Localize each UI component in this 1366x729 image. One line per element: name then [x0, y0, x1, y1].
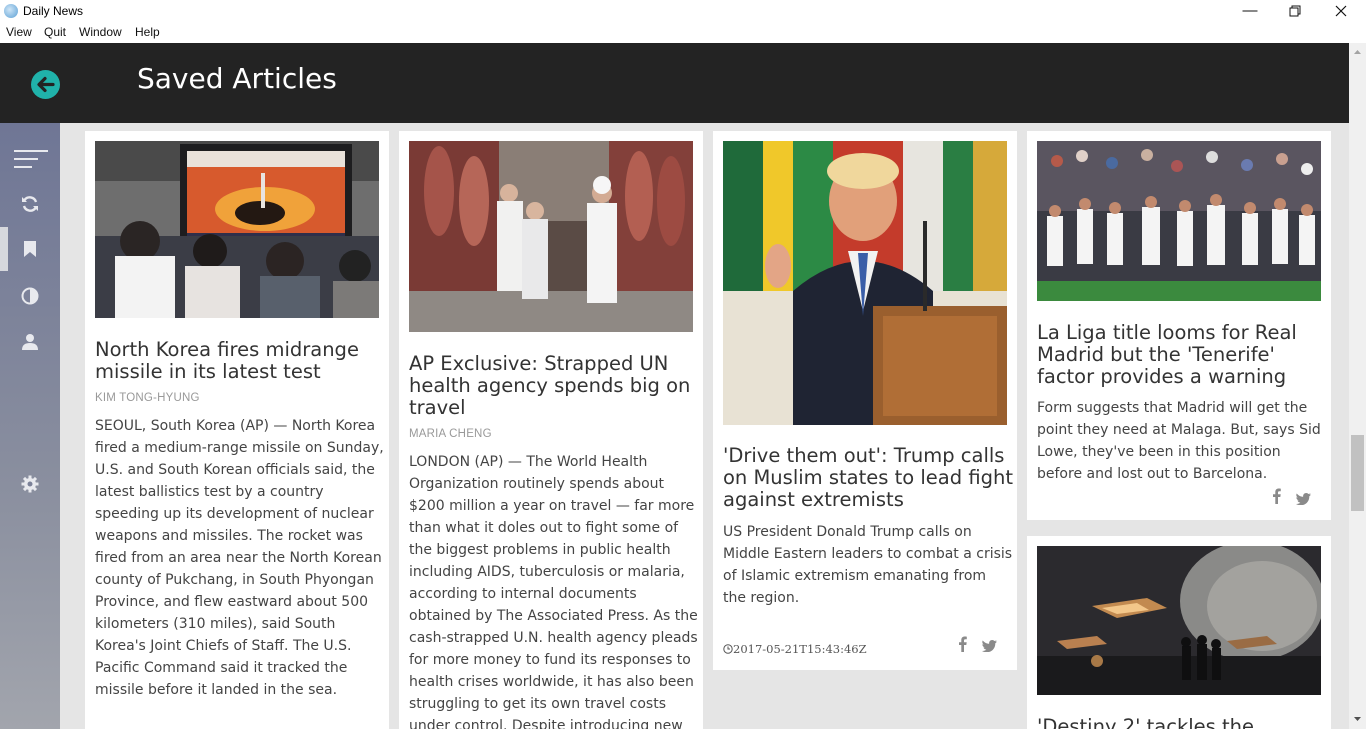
- close-button[interactable]: [1318, 0, 1364, 23]
- twitter-share-button[interactable]: [982, 639, 997, 656]
- facebook-icon: [959, 636, 967, 652]
- theme-toggle-button[interactable]: [0, 274, 60, 318]
- article-card[interactable]: North Korea fires midrange missile in it…: [85, 131, 389, 729]
- twitter-share-button[interactable]: [1296, 492, 1311, 509]
- clock-icon: [723, 644, 733, 654]
- profile-button[interactable]: [0, 320, 60, 364]
- article-headline[interactable]: 'Drive them out': Trump calls on Muslim …: [723, 445, 1013, 511]
- article-image: [95, 141, 379, 318]
- article-summary: Form suggests that Madrid will get the p…: [1037, 400, 1321, 482]
- scrollbar[interactable]: [1349, 43, 1366, 729]
- scroll-down-icon[interactable]: [1349, 713, 1366, 725]
- article-summary: US President Donald Trump calls on Middl…: [723, 524, 1013, 606]
- menu-toggle-button[interactable]: [0, 137, 60, 181]
- settings-button[interactable]: [0, 462, 60, 506]
- close-icon: [1335, 5, 1347, 17]
- article-summary: SEOUL, South Korea (AP) — North Korea fi…: [95, 418, 384, 698]
- menu-bar: View Quit Window Help: [0, 23, 1366, 43]
- article-headline[interactable]: AP Exclusive: Strapped UN health agency …: [409, 353, 699, 419]
- facebook-share-button[interactable]: [958, 636, 967, 656]
- menu-window[interactable]: Window: [79, 25, 122, 39]
- bookmark-icon: [24, 241, 36, 257]
- page-title: Saved Articles: [137, 62, 337, 95]
- facebook-icon: [1273, 488, 1281, 504]
- article-card[interactable]: 'Drive them out': Trump calls on Muslim …: [713, 131, 1017, 670]
- arrow-left-icon: [37, 76, 55, 93]
- refresh-button[interactable]: [0, 182, 60, 226]
- back-button[interactable]: [31, 70, 60, 99]
- article-author: KIM TONG-HYUNG: [95, 392, 200, 404]
- twitter-icon: [982, 640, 997, 653]
- article-image: [1037, 546, 1321, 695]
- article-card[interactable]: La Liga title looms for Real Madrid but …: [1027, 131, 1331, 520]
- article-headline[interactable]: North Korea fires midrange missile in it…: [95, 339, 385, 383]
- article-card[interactable]: AP Exclusive: Strapped UN health agency …: [399, 131, 703, 729]
- page-header: Saved Articles: [0, 43, 1349, 123]
- article-date-value: 2017-05-21T15:43:46Z: [733, 642, 867, 656]
- window-title: Daily News: [23, 4, 84, 18]
- article-summary: LONDON (AP) — The World Health Organizat…: [409, 454, 698, 729]
- app-icon: [4, 4, 18, 18]
- refresh-icon: [22, 196, 38, 212]
- title-bar: Daily News —: [0, 0, 1366, 23]
- menu-icon: [14, 150, 48, 168]
- minimize-button[interactable]: —: [1227, 0, 1273, 23]
- sidebar: [0, 123, 60, 729]
- restore-icon: [1289, 5, 1301, 17]
- menu-quit[interactable]: Quit: [44, 25, 66, 39]
- user-icon: [22, 334, 38, 350]
- article-image: [723, 141, 1007, 425]
- menu-help[interactable]: Help: [135, 25, 160, 39]
- article-headline[interactable]: 'Destiny 2' tackles the original's: [1037, 716, 1327, 729]
- menu-view[interactable]: View: [6, 25, 32, 39]
- twitter-icon: [1296, 493, 1311, 506]
- settings-icon: [21, 475, 39, 493]
- saved-articles-button[interactable]: [0, 227, 60, 271]
- article-card[interactable]: 'Destiny 2' tackles the original's: [1027, 536, 1331, 729]
- article-author: MARIA CHENG: [409, 428, 492, 440]
- article-headline[interactable]: La Liga title looms for Real Madrid but …: [1037, 322, 1327, 388]
- facebook-share-button[interactable]: [1272, 488, 1281, 508]
- article-date: 2017-05-21T15:43:46Z: [723, 642, 867, 656]
- article-image: [1037, 141, 1321, 301]
- scroll-up-icon[interactable]: [1349, 46, 1366, 58]
- restore-button[interactable]: [1272, 0, 1318, 23]
- scroll-thumb[interactable]: [1351, 435, 1364, 511]
- contrast-icon: [21, 287, 39, 305]
- article-image: [409, 141, 693, 332]
- articles-grid: North Korea fires midrange missile in it…: [60, 123, 1349, 729]
